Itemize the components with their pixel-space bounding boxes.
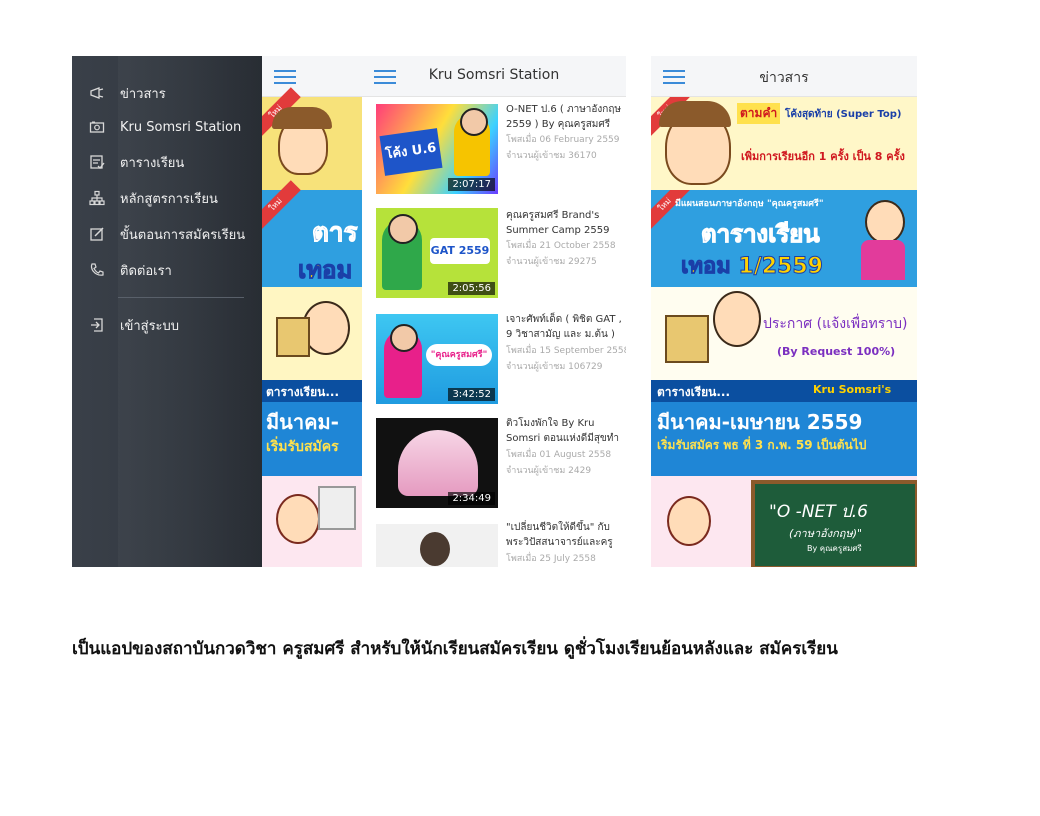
video-item[interactable]: โค้ง U.6 2:07:17 O-NET ป.6 ( ภาษาอังกฤษ … — [362, 102, 626, 210]
top-bar: ข่าวสาร — [651, 56, 917, 97]
phone-icon — [88, 261, 106, 279]
peek-banner-1[interactable]: ใหม่ — [262, 87, 362, 190]
description-caption: เป็นแอปของสถาบันกวดวิชา ครูสมศรี สำหรับใ… — [72, 639, 838, 659]
lotus-illustration — [398, 430, 478, 496]
cartoon-hair — [659, 101, 731, 127]
video-duration: 2:07:17 — [448, 178, 495, 191]
news-banner-onet[interactable]: "O -NET ป.6 (ภาษาอังกฤษ)" By คุณครูสมศรี — [651, 476, 917, 567]
presenter-figure — [420, 532, 450, 566]
menu-item-news[interactable]: ข่าวสาร — [88, 80, 166, 106]
menu-item-label: เข้าสู่ระบบ — [120, 318, 180, 334]
video-item[interactable]: 2:34:49 ติวโมงพักใจ By Kru Somsri ตอนแห่… — [362, 416, 626, 524]
scroll-illustration — [665, 315, 709, 363]
menu-item-apply[interactable]: ขั้นตอนการสมัครเรียน — [88, 221, 245, 247]
video-thumbnail: โค้ง U.6 2:07:17 — [376, 104, 498, 194]
video-title: เจาะศัพท์เด็ด ( พิชิต GAT , 9 วิชาสามัญ … — [506, 314, 622, 340]
video-camera-icon — [88, 118, 106, 136]
top-bar: Kru Somsri Station — [362, 56, 626, 97]
video-title: คุณครูสมศรี Brand's Summer Camp 2559 — [506, 210, 610, 236]
drawer-divider — [118, 297, 244, 298]
video-duration: 3:42:52 — [448, 388, 495, 401]
video-thumbnail: "คุณครูสมศรี" 3:42:52 — [376, 314, 498, 404]
news-banner-march-april[interactable]: ตารางเรียน... Kru Somsri's มีนาคม-เมษายน… — [651, 380, 917, 476]
video-date: โพสเมื่อ 15 September 2558 — [506, 346, 626, 356]
video-duration: 2:05:56 — [448, 282, 495, 295]
edit-form-icon — [88, 225, 106, 243]
menu-item-label: หลักสูตรการเรียน — [120, 191, 218, 207]
sitemap-icon — [88, 189, 106, 207]
video-list-screen: Kru Somsri Station โค้ง U.6 2:07:17 O-NE… — [362, 56, 626, 567]
menu-item-schedule[interactable]: ตารางเรียน — [88, 149, 184, 175]
news-screen: ข่าวสาร ใหม่ ตามคำ โค้งสุดท้าย (Super To… — [651, 56, 917, 567]
video-title: O-NET ป.6 ( ภาษาอังกฤษ 2559 ) By คุณครูส… — [506, 104, 621, 130]
schedule-icon — [88, 153, 106, 171]
video-title: "เปลี่ยนชีวิตให้ดีขึ้น" กับพระวิปัสสนาจา… — [506, 522, 613, 548]
peek-news-screen: ใหม่ ใหม่ ตาร เทอม ตารางเรียน... มีนาคม-… — [262, 56, 362, 567]
video-views: จำนวนผู้เข้าชม 36170 — [506, 151, 597, 161]
video-date: โพสเมื่อ 06 February 2559 — [506, 135, 620, 145]
video-item[interactable]: GAT 2559 2:05:56 คุณครูสมศรี Brand's Sum… — [362, 208, 626, 316]
cartoon-face — [276, 494, 320, 544]
video-item[interactable]: "เปลี่ยนชีวิตให้ดีขึ้น" กับพระวิปัสสนาจา… — [362, 520, 626, 567]
menu-item-label: Kru Somsri Station — [120, 119, 242, 135]
menu-item-label: ขั้นตอนการสมัครเรียน — [120, 227, 246, 243]
menu-item-curriculum[interactable]: หลักสูตรการเรียน — [88, 185, 218, 211]
cartoon-body — [861, 240, 905, 280]
peek-banner-2[interactable]: ใหม่ ตาร เทอม — [262, 180, 362, 287]
peek-banner-3[interactable] — [262, 287, 362, 380]
video-views: จำนวนผู้เข้าชม 29275 — [506, 257, 597, 267]
menu-item-label: ติดต่อเรา — [120, 263, 172, 279]
video-thumbnail: 2:34:49 — [376, 418, 498, 508]
peek-top-bar — [262, 56, 362, 97]
cartoon-hair — [272, 107, 332, 129]
menu-item-contact[interactable]: ติดต่อเรา — [88, 257, 172, 283]
news-banner-schedule-term[interactable]: ใหม่ มีแผนสอนภาษาอังกฤษ "คุณครูสมศรี" ตา… — [651, 190, 917, 287]
news-banner-super-top[interactable]: ใหม่ ตามคำ โค้งสุดท้าย (Super Top) เพิ่ม… — [651, 97, 917, 190]
video-thumbnail — [376, 524, 498, 567]
news-banner-announcement[interactable]: ประกาศ (แจ้งเพื่อทราบ) (By Request 100%) — [651, 287, 917, 380]
peek-banner-4[interactable]: ตารางเรียน... มีนาคม- เริ่มรับสมัคร — [262, 380, 362, 476]
video-thumbnail: GAT 2559 2:05:56 — [376, 208, 498, 298]
cartoon-face — [713, 291, 761, 347]
login-icon — [88, 316, 106, 334]
menu-item-label: ข่าวสาร — [120, 86, 166, 102]
menu-item-login[interactable]: เข้าสู่ระบบ — [88, 312, 179, 338]
drawer-screen: ข่าวสาร Kru Somsri Station ตารางเรียน หล… — [72, 56, 362, 567]
video-views: จำนวนผู้เข้าชม 106729 — [506, 362, 603, 372]
chalkboard-illustration: "O -NET ป.6 (ภาษาอังกฤษ)" By คุณครูสมศรี — [751, 480, 917, 567]
cartoon-face — [865, 200, 905, 244]
video-duration: 2:34:49 — [448, 492, 495, 505]
cartoon-face — [667, 496, 711, 546]
video-item[interactable]: "คุณครูสมศรี" 3:42:52 เจาะศัพท์เด็ด ( พิ… — [362, 312, 626, 420]
menu-item-label: ตารางเรียน — [120, 155, 185, 171]
scroll-illustration — [276, 317, 310, 357]
video-date: โพสเมื่อ 25 July 2558 — [506, 554, 596, 564]
video-title: ติวโมงพักใจ By Kru Somsri ตอนแห่งดีมีสุข… — [506, 418, 619, 444]
side-drawer: ข่าวสาร Kru Somsri Station ตารางเรียน หล… — [72, 56, 262, 567]
menu-item-station[interactable]: Kru Somsri Station — [88, 114, 241, 140]
board-illustration — [318, 486, 356, 530]
video-date: โพสเมื่อ 01 August 2558 — [506, 450, 612, 460]
screen-title: Kru Somsri Station — [428, 67, 560, 83]
hamburger-icon[interactable] — [274, 70, 296, 84]
megaphone-icon — [88, 84, 106, 102]
video-date: โพสเมื่อ 21 October 2558 — [506, 241, 616, 251]
peek-banner-5[interactable] — [262, 476, 362, 567]
screen-title: ข่าวสาร — [759, 70, 809, 86]
video-views: จำนวนผู้เข้าชม 2429 — [506, 466, 592, 476]
